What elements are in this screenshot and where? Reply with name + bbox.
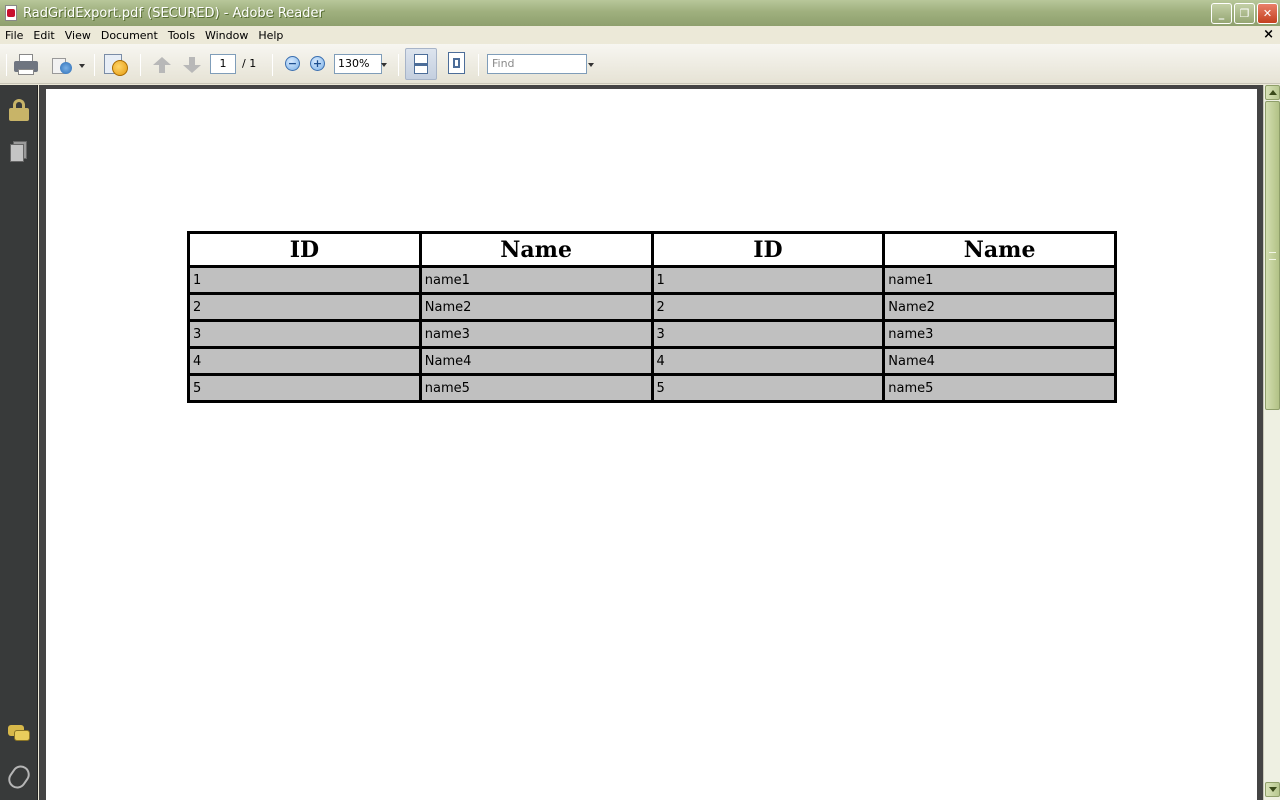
scrollbar-thumb[interactable] — [1265, 101, 1280, 410]
document-area: ID Name ID Name 1 name1 1 name1 2 Name2 … — [39, 85, 1263, 800]
table-row: 1 name1 1 name1 — [187, 265, 1117, 295]
table-cell: 5 — [650, 373, 886, 403]
table-cell: 1 — [187, 265, 422, 295]
table-cell: name5 — [882, 373, 1117, 403]
table-cell: Name4 — [882, 346, 1117, 376]
pages-icon[interactable] — [10, 141, 28, 163]
table-row: 4 Name4 4 Name4 — [187, 346, 1117, 376]
scroll-down-button[interactable] — [1265, 782, 1280, 797]
pdf-page: ID Name ID Name 1 name1 1 name1 2 Name2 … — [46, 89, 1257, 800]
column-header-name: Name — [418, 231, 654, 268]
close-window-button[interactable]: ✕ — [1257, 3, 1278, 24]
table-cell: 1 — [650, 265, 886, 295]
column-header-id: ID — [650, 231, 886, 268]
table-cell: Name2 — [418, 292, 654, 322]
zoom-dropdown-icon[interactable] — [381, 63, 387, 67]
close-document-button[interactable]: × — [1263, 27, 1274, 42]
menu-help[interactable]: Help — [253, 29, 288, 42]
table-cell: 2 — [187, 292, 422, 322]
printer-icon[interactable] — [14, 54, 38, 76]
menu-edit[interactable]: Edit — [28, 29, 59, 42]
arrow-down-icon[interactable] — [183, 57, 201, 73]
page-total: / 1 — [242, 57, 257, 70]
fit-width-button[interactable] — [405, 48, 437, 80]
table-row: 3 name3 3 name3 — [187, 319, 1117, 349]
table-header-row: ID Name ID Name — [187, 231, 1117, 268]
secure-document-icon[interactable] — [102, 52, 130, 78]
table-cell: 5 — [187, 373, 422, 403]
paperclip-icon[interactable] — [4, 762, 34, 792]
table-cell: 4 — [650, 346, 886, 376]
table-cell: name5 — [418, 373, 654, 403]
menu-document[interactable]: Document — [96, 29, 163, 42]
table-row: 2 Name2 2 Name2 — [187, 292, 1117, 322]
zoom-in-button[interactable]: + — [310, 56, 325, 71]
arrow-up-icon[interactable] — [153, 57, 171, 73]
collaborate-dropdown-icon[interactable] — [79, 64, 85, 68]
table-cell: Name2 — [882, 292, 1117, 322]
menu-window[interactable]: Window — [200, 29, 253, 42]
vertical-scrollbar[interactable] — [1263, 85, 1280, 800]
table-cell: name3 — [882, 319, 1117, 349]
minimize-button[interactable]: _ — [1211, 3, 1232, 24]
table-cell: 2 — [650, 292, 886, 322]
title-bar: RadGridExport.pdf (SECURED) - Adobe Read… — [0, 0, 1280, 26]
menu-file[interactable]: File — [0, 29, 28, 42]
menu-view[interactable]: View — [60, 29, 96, 42]
table-row: 5 name5 5 name5 — [187, 373, 1117, 403]
menu-bar: File Edit View Document Tools Window Hel… — [0, 26, 1280, 44]
table-cell: 3 — [650, 319, 886, 349]
table-cell: 3 — [187, 319, 422, 349]
column-header-id: ID — [187, 231, 422, 268]
restore-button[interactable]: ❐ — [1234, 3, 1255, 24]
table-cell: 4 — [187, 346, 422, 376]
zoom-out-button[interactable]: − — [285, 56, 300, 71]
page-number-input[interactable]: 1 — [210, 54, 236, 74]
lock-icon[interactable] — [9, 99, 29, 121]
chevron-down-icon — [1268, 787, 1277, 792]
comments-icon[interactable] — [8, 725, 30, 743]
menu-tools[interactable]: Tools — [163, 29, 200, 42]
scroll-up-button[interactable] — [1265, 85, 1280, 100]
fit-page-button[interactable] — [448, 52, 466, 76]
adobe-reader-icon — [3, 5, 19, 21]
column-header-name: Name — [882, 231, 1117, 268]
navigation-pane — [0, 85, 38, 800]
table-cell: Name4 — [418, 346, 654, 376]
table-cell: name1 — [418, 265, 654, 295]
zoom-level-input[interactable]: 130% — [334, 54, 382, 74]
find-dropdown-icon[interactable] — [588, 63, 594, 67]
chevron-up-icon — [1268, 90, 1277, 95]
table-cell: name1 — [882, 265, 1117, 295]
collaborate-icon[interactable] — [52, 54, 74, 76]
window-title: RadGridExport.pdf (SECURED) - Adobe Read… — [23, 5, 324, 21]
find-input[interactable]: Find — [487, 54, 587, 74]
table-cell: name3 — [418, 319, 654, 349]
toolbar — [0, 44, 1280, 84]
data-table: ID Name ID Name 1 name1 1 name1 2 Name2 … — [187, 231, 1117, 403]
